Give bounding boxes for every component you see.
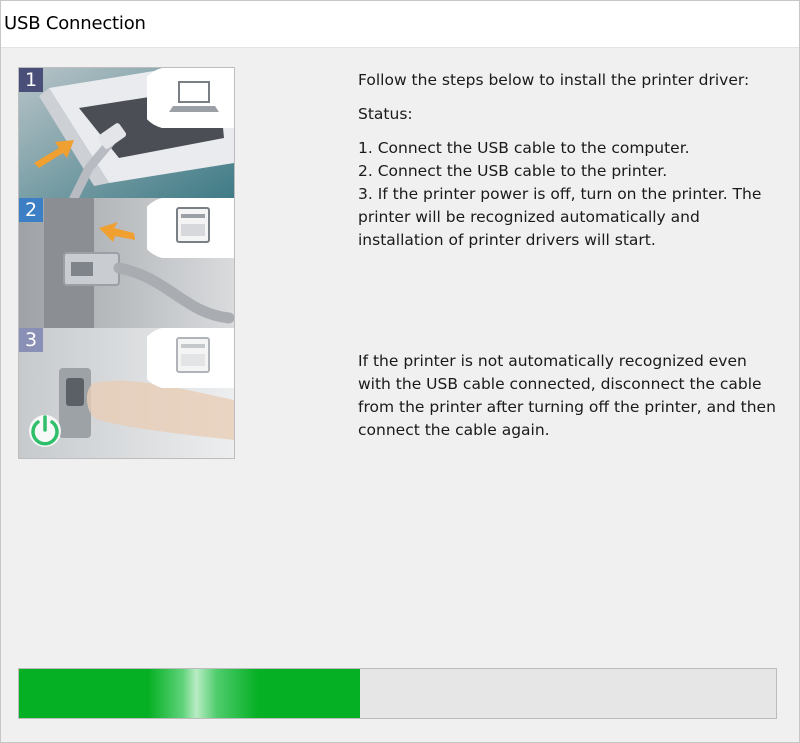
printer-icon	[147, 198, 234, 258]
title-bar[interactable]: USB Connection	[1, 1, 799, 48]
troubleshooting-note: If the printer is not automatically reco…	[358, 352, 776, 439]
laptop-icon	[147, 68, 234, 128]
power-icon	[31, 415, 59, 446]
step-1-panel: 1	[19, 68, 234, 198]
step-1-text: 1. Connect the USB cable to the computer…	[358, 139, 690, 157]
intro-text: Follow the steps below to install the pr…	[358, 71, 750, 89]
step-3-panel: 3	[19, 328, 234, 458]
window-title: USB Connection	[4, 13, 146, 34]
instructions-text: Follow the steps below to install the pr…	[358, 69, 783, 442]
step-1-badge: 1	[19, 68, 43, 92]
step-2-text: 2. Connect the USB cable to the printer.	[358, 162, 668, 180]
progress-fill	[19, 669, 360, 718]
progress-bar	[18, 668, 777, 719]
usb-connection-window: USB Connection 1 2 3 Follow the steps be…	[0, 0, 800, 743]
step-2-badge: 2	[19, 198, 43, 222]
setup-illustration: 1 2 3	[18, 67, 235, 459]
printer-icon	[147, 328, 234, 388]
step-2-panel: 2	[19, 198, 234, 328]
step-3-badge: 3	[19, 328, 43, 352]
step-3-text: 3. If the printer power is off, turn on …	[358, 185, 762, 249]
status-label: Status:	[358, 105, 413, 123]
